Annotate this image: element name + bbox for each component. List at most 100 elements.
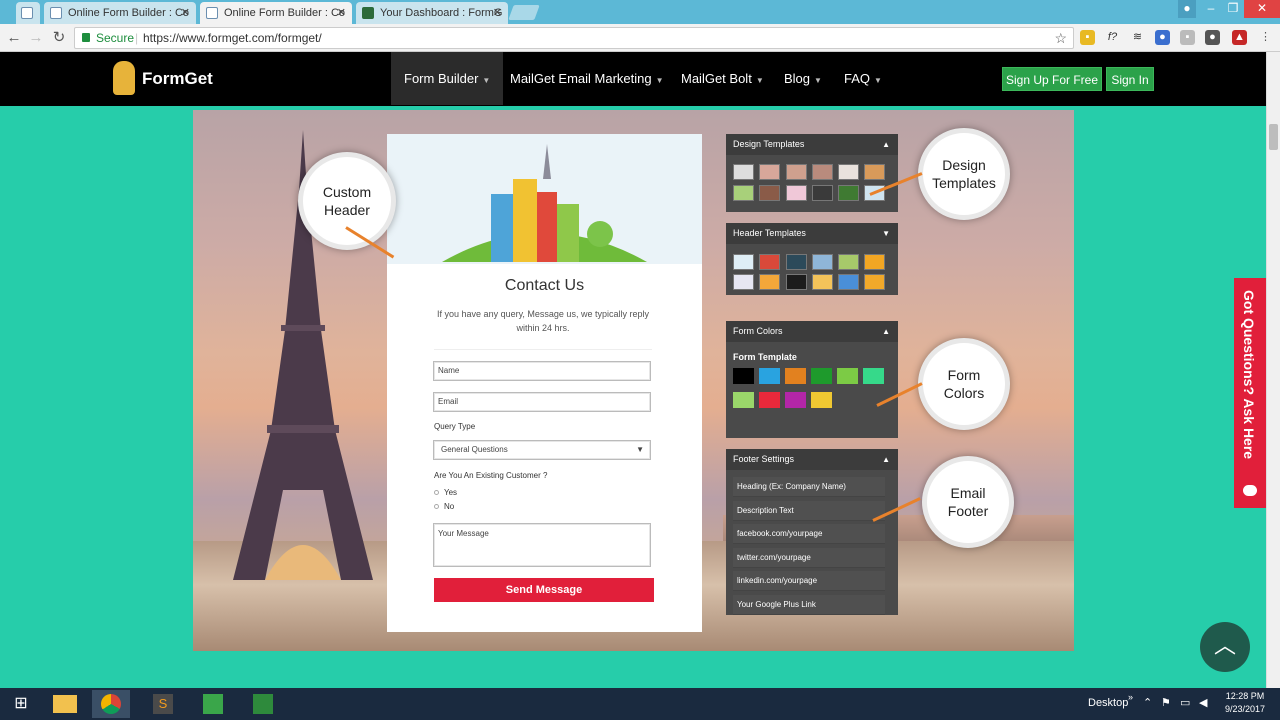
back-icon[interactable]: ← — [4, 28, 24, 48]
footer-linkedin-field[interactable]: linkedin.com/yourpage — [733, 571, 885, 591]
header-template-thumb[interactable] — [812, 254, 833, 270]
url-text[interactable]: https://www.formget.com/formget/ — [143, 28, 322, 48]
minimize-icon[interactable]: – — [1200, 0, 1222, 18]
header-template-thumb[interactable] — [838, 254, 859, 270]
tab-form-builder-1[interactable]: Online Form Builder : Co ✕ — [44, 2, 196, 24]
design-template-thumb[interactable] — [812, 164, 833, 180]
omnibox[interactable]: Secure | https://www.formget.com/formget… — [74, 27, 1074, 49]
design-template-thumb[interactable] — [759, 164, 780, 180]
footer-facebook-field[interactable]: facebook.com/yourpage — [733, 524, 885, 544]
extension-icon[interactable]: ● — [1205, 30, 1220, 45]
message-textarea[interactable]: Your Message — [433, 523, 651, 567]
user-icon[interactable]: ● — [1178, 0, 1196, 18]
nav-faq[interactable]: FAQ ▼ — [831, 52, 895, 105]
footer-twitter-field[interactable]: twitter.com/yourpage — [733, 548, 885, 568]
color-swatch[interactable] — [811, 368, 832, 384]
nav-form-builder[interactable]: Form Builder ▼ — [391, 52, 504, 105]
nav-mailget-bolt[interactable]: MailGet Bolt ▼ — [668, 52, 777, 105]
star-icon[interactable]: ☆ — [1054, 28, 1067, 48]
design-template-thumb[interactable] — [838, 164, 859, 180]
layers-icon[interactable]: ≋ — [1130, 30, 1145, 45]
clock-date[interactable]: 9/23/2017 — [1222, 704, 1268, 714]
flag-icon[interactable]: ⚑ — [1161, 696, 1171, 709]
clock-time[interactable]: 12:28 PM — [1222, 691, 1268, 701]
query-type-select[interactable]: General Questions ▼ — [433, 440, 651, 460]
scroll-top-button[interactable]: ︿ — [1200, 622, 1250, 672]
panel-header[interactable]: Footer Settings ▲ — [726, 449, 898, 470]
reload-icon[interactable]: ↻ — [49, 28, 69, 48]
color-swatch[interactable] — [863, 368, 884, 384]
color-swatch[interactable] — [759, 392, 780, 408]
close-icon[interactable]: ✕ — [181, 2, 190, 24]
camtasia-recorder-icon[interactable] — [244, 690, 282, 718]
header-template-thumb[interactable] — [864, 274, 885, 290]
header-template-thumb[interactable] — [759, 274, 780, 290]
sign-up-button[interactable]: Sign Up For Free — [1002, 67, 1102, 91]
font-extension-icon[interactable]: f? — [1105, 30, 1120, 45]
forward-icon[interactable]: → — [26, 28, 46, 48]
color-swatch[interactable] — [811, 392, 832, 408]
chrome-icon[interactable] — [92, 690, 130, 718]
restore-icon[interactable]: ❐ — [1222, 0, 1244, 18]
vertical-scrollbar[interactable] — [1266, 52, 1280, 688]
windows-start-icon[interactable]: ⊞ — [2, 690, 40, 718]
design-template-thumb[interactable] — [759, 185, 780, 201]
name-field[interactable]: Name — [433, 361, 651, 381]
new-tab-button[interactable] — [508, 5, 540, 20]
color-swatch[interactable] — [837, 368, 858, 384]
footer-googleplus-field[interactable]: Your Google Plus Link — [733, 595, 885, 615]
extension-icon[interactable]: ▪ — [1180, 30, 1195, 45]
network-icon[interactable]: ▭ — [1180, 696, 1190, 709]
color-swatch[interactable] — [785, 392, 806, 408]
header-template-thumb[interactable] — [733, 274, 754, 290]
window-close-icon[interactable]: ✕ — [1244, 0, 1280, 18]
menu-icon[interactable]: ⋮ — [1258, 30, 1273, 45]
site-logo-text[interactable]: FormGet — [142, 69, 213, 89]
sign-in-button[interactable]: Sign In — [1106, 67, 1154, 91]
pdf-icon[interactable]: ▲ — [1232, 30, 1247, 45]
nav-blog[interactable]: Blog ▼ — [771, 52, 835, 105]
header-template-thumb[interactable] — [733, 254, 754, 270]
color-swatch[interactable] — [733, 392, 754, 408]
panel-header[interactable]: Header Templates ▼ — [726, 223, 898, 244]
tab-form-builder-2[interactable]: Online Form Builder : Co ✕ — [200, 2, 352, 24]
radio-yes[interactable] — [434, 490, 439, 495]
volume-icon[interactable]: ◀ — [1199, 696, 1207, 709]
header-template-thumb[interactable] — [812, 274, 833, 290]
footer-heading-field[interactable]: Heading (Ex: Company Name) — [733, 477, 885, 497]
tray-up-icon[interactable]: ⌃ — [1143, 696, 1152, 709]
sublime-icon[interactable]: S — [144, 690, 182, 718]
extension-icon[interactable]: ● — [1155, 30, 1170, 45]
header-template-thumb[interactable] — [786, 254, 807, 270]
desktop-label[interactable]: Desktop — [1088, 697, 1128, 709]
panel-header[interactable]: Form Colors ▲ — [726, 321, 898, 342]
scrollbar-thumb[interactable] — [1269, 124, 1278, 150]
chevron-icon[interactable]: » — [1128, 692, 1133, 702]
close-icon[interactable]: ✕ — [493, 2, 502, 24]
color-swatch[interactable] — [759, 368, 780, 384]
color-swatch[interactable] — [733, 368, 754, 384]
header-template-thumb[interactable] — [838, 274, 859, 290]
camtasia-icon[interactable] — [194, 690, 232, 718]
footer-description-field[interactable]: Description Text — [733, 501, 885, 521]
design-template-thumb[interactable] — [838, 185, 859, 201]
close-icon[interactable]: ✕ — [337, 2, 346, 24]
header-template-thumb[interactable] — [864, 254, 885, 270]
send-message-button[interactable]: Send Message — [434, 578, 654, 602]
design-template-thumb[interactable] — [733, 185, 754, 201]
email-field[interactable]: Email — [433, 392, 651, 412]
design-template-thumb[interactable] — [786, 185, 807, 201]
extension-icon[interactable]: ▪ — [1080, 30, 1095, 45]
got-questions-tab[interactable]: Got Questions? Ask Here — [1234, 278, 1266, 508]
tab-dashboard[interactable]: Your Dashboard : FormG ✕ — [356, 2, 508, 24]
radio-no[interactable] — [434, 504, 439, 509]
panel-header[interactable]: Design Templates ▲ — [726, 134, 898, 155]
header-template-thumb[interactable] — [786, 274, 807, 290]
nav-mailget-email-marketing[interactable]: MailGet Email Marketing ▼ — [497, 52, 677, 105]
design-template-thumb[interactable] — [812, 185, 833, 201]
design-template-thumb[interactable] — [864, 164, 885, 180]
file-explorer-icon[interactable] — [46, 690, 84, 718]
tab-blank[interactable] — [16, 2, 40, 24]
design-template-thumb[interactable] — [786, 164, 807, 180]
design-template-thumb[interactable] — [733, 164, 754, 180]
